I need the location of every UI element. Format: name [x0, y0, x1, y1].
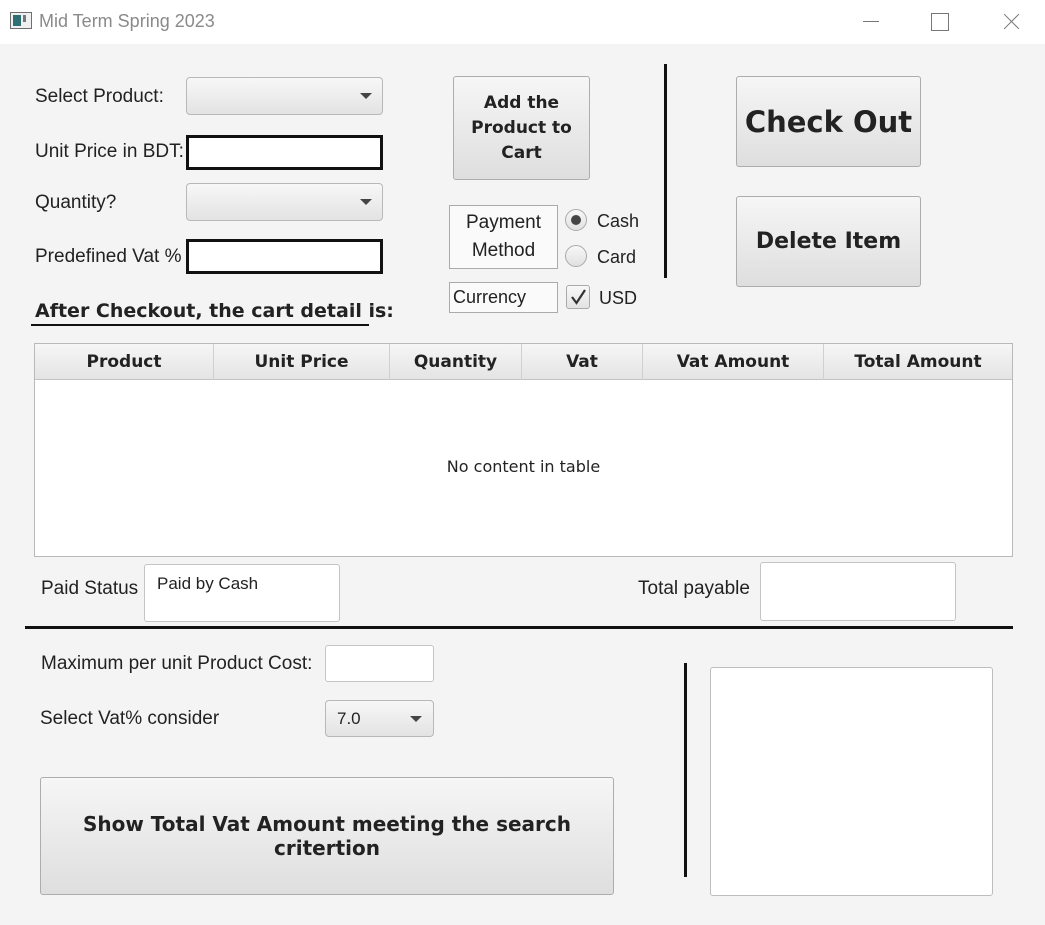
- chevron-down-icon: [360, 93, 372, 99]
- check-out-button[interactable]: Check Out: [736, 76, 921, 167]
- quantity-label: Quantity?: [35, 192, 117, 213]
- vat-consider-combobox[interactable]: 7.0: [325, 700, 434, 737]
- show-total-vat-button[interactable]: Show Total Vat Amount meeting the search…: [40, 777, 614, 895]
- cart-heading: After Checkout, the cart detail is:: [35, 300, 394, 322]
- quantity-combobox[interactable]: [186, 183, 383, 221]
- vat-field[interactable]: [186, 239, 383, 274]
- max-cost-field[interactable]: [325, 645, 434, 682]
- app-icon: [10, 12, 32, 29]
- max-cost-label: Maximum per unit Product Cost:: [41, 653, 313, 674]
- vertical-divider-top: [664, 64, 667, 278]
- vat-consider-label: Select Vat% consider: [40, 708, 220, 729]
- close-icon[interactable]: [980, 0, 1040, 44]
- chevron-down-icon: [410, 715, 422, 722]
- minimize-icon[interactable]: [841, 0, 901, 44]
- cash-radio[interactable]: [565, 209, 587, 231]
- card-radio[interactable]: [565, 245, 587, 267]
- paid-status-field[interactable]: Paid by Cash: [144, 564, 340, 622]
- card-label: Card: [597, 247, 637, 267]
- paid-status-label: Paid Status: [41, 578, 139, 599]
- maximize-icon[interactable]: [909, 0, 969, 44]
- column-header-product[interactable]: Product: [35, 344, 214, 380]
- cash-label: Cash: [597, 211, 640, 231]
- vat-consider-value: 7.0: [337, 709, 361, 728]
- column-header-unit-price[interactable]: Unit Price: [214, 344, 390, 380]
- product-combobox[interactable]: [186, 77, 383, 115]
- table-header: Product Unit Price Quantity Vat Vat Amou…: [35, 344, 1012, 380]
- unit-price-field[interactable]: [186, 135, 383, 170]
- title-bar: Mid Term Spring 2023: [0, 0, 1045, 44]
- column-header-vat-amount[interactable]: Vat Amount: [643, 344, 824, 380]
- output-text-area[interactable]: [710, 667, 993, 896]
- select-product-label: Select Product:: [35, 86, 164, 107]
- column-header-total-amount[interactable]: Total Amount: [824, 344, 1012, 380]
- vat-label: Predefined Vat %: [35, 246, 182, 267]
- window-title: Mid Term Spring 2023: [39, 11, 215, 31]
- usd-label: USD: [599, 288, 638, 308]
- cart-table[interactable]: Product Unit Price Quantity Vat Vat Amou…: [34, 343, 1013, 557]
- column-header-quantity[interactable]: Quantity: [390, 344, 522, 380]
- cart-heading-underline: [31, 324, 369, 326]
- chevron-down-icon: [360, 199, 372, 205]
- radio-dot: [571, 215, 581, 225]
- checkmark-icon: [571, 289, 586, 305]
- delete-item-button[interactable]: Delete Item: [736, 196, 921, 287]
- currency-label: Currency: [449, 282, 558, 313]
- unit-price-label: Unit Price in BDT:: [35, 141, 184, 162]
- add-to-cart-button[interactable]: Add the Product to Cart: [453, 76, 590, 180]
- payment-method-label: Payment Method: [449, 205, 558, 269]
- column-header-vat[interactable]: Vat: [522, 344, 643, 380]
- vertical-divider-bottom: [684, 663, 687, 877]
- table-empty-placeholder: No content in table: [446, 457, 601, 476]
- total-payable-label: Total payable: [638, 578, 750, 599]
- usd-checkbox[interactable]: [566, 285, 590, 309]
- horizontal-divider: [25, 626, 1013, 629]
- total-payable-field[interactable]: [760, 562, 956, 621]
